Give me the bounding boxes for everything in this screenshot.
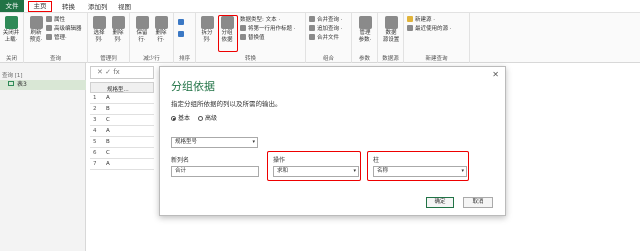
- table-row[interactable]: 6C: [90, 148, 154, 159]
- table-icon: [8, 81, 14, 86]
- tab-home[interactable]: 主页: [28, 1, 52, 12]
- split-column-button[interactable]: 拆分 列·: [198, 16, 216, 44]
- query-item[interactable]: 表3: [0, 80, 86, 90]
- close-apply-button[interactable]: 关闭并 上载·: [2, 16, 20, 44]
- remove-rows-icon: [154, 16, 168, 29]
- group-by-highlight: [218, 15, 238, 52]
- group-column-select[interactable]: 规格型号 ▾: [171, 137, 258, 148]
- recent-sources-button[interactable]: 最近使用的源 ·: [407, 25, 452, 33]
- dialog-description: 指定分组所依据的列以及所需的输出。: [171, 100, 282, 108]
- cancel-button[interactable]: 取消: [463, 197, 493, 208]
- formula-bar[interactable]: ✕ ✓ fx: [90, 66, 154, 79]
- group-new-query: 新建源 · 最近使用的源 · 新建查询: [404, 13, 470, 63]
- merge-queries-button[interactable]: 合并查询 ·: [309, 16, 343, 24]
- manage-parameters-button[interactable]: 管理 参数·: [356, 16, 374, 44]
- replace-values-button[interactable]: 替换值: [240, 34, 265, 42]
- group-manage-columns: 选择 列· 删除 列· 管理列: [88, 13, 130, 63]
- table-row[interactable]: 5B: [90, 137, 154, 148]
- parameters-icon: [358, 16, 372, 29]
- new-column-label: 新列名: [171, 157, 190, 164]
- chevron-down-icon: ▾: [252, 139, 255, 145]
- queries-pane: 查询 [1] 表3: [0, 63, 86, 251]
- manage-icon: [46, 34, 52, 40]
- keep-rows-button[interactable]: 保留 行·: [133, 16, 151, 44]
- ok-button[interactable]: 确定: [426, 197, 454, 208]
- queries-header: 查询 [1]: [2, 73, 23, 79]
- tab-view[interactable]: 视图: [114, 2, 135, 12]
- tab-transform[interactable]: 转换: [58, 2, 79, 12]
- append-queries-button[interactable]: 追加查询 ·: [309, 25, 343, 33]
- sort-ascending-button[interactable]: [178, 19, 186, 27]
- group-by-dialog: 分组依据 ✕ 指定分组所依据的列以及所需的输出。 基本 高级 规格型号 ▾ 新列名…: [159, 66, 506, 216]
- combine-files-button[interactable]: 合并文件: [309, 34, 339, 42]
- radio-empty-icon: [198, 116, 203, 121]
- column-highlight: [367, 151, 469, 181]
- close-icon[interactable]: ✕: [492, 70, 499, 79]
- group-combine: 合并查询 · 追加查询 · 合并文件 组合: [306, 13, 352, 63]
- tab-add-column[interactable]: 添加列: [84, 2, 112, 12]
- remove-rows-button[interactable]: 删除 行·: [152, 16, 170, 44]
- group-transform: 拆分 列· 分组 依据 数据类型: 文本 · 将第一行用作标题 · 替换值 转换: [196, 13, 306, 63]
- choose-columns-button[interactable]: 选择 列·: [90, 16, 108, 44]
- sort-asc-icon: [178, 19, 184, 25]
- append-icon: [309, 25, 315, 31]
- table-row[interactable]: 2B: [90, 104, 154, 115]
- advanced-editor-button[interactable]: 高级编辑器: [46, 25, 82, 33]
- new-column-input[interactable]: 合计: [171, 166, 259, 177]
- group-sort: 排序: [174, 13, 196, 63]
- manage-button[interactable]: 管理·: [46, 34, 67, 42]
- table-row[interactable]: 7A: [90, 159, 154, 170]
- recent-sources-icon: [407, 25, 413, 31]
- new-source-button[interactable]: 新建源 ·: [407, 16, 435, 24]
- sort-desc-icon: [178, 31, 184, 37]
- ribbon: 关闭并 上载· 关闭 刷新 预览· 属性 高级编辑器 管理· 查询 选择 列· …: [0, 13, 640, 63]
- combine-files-icon: [309, 34, 315, 40]
- remove-columns-button[interactable]: 删除 列·: [109, 16, 127, 44]
- grid-header: 规格型...: [90, 82, 154, 93]
- group-reduce-rows: 保留 行· 删除 行· 减少行: [130, 13, 174, 63]
- sort-descending-button[interactable]: [178, 31, 186, 39]
- group-parameters: 管理 参数· 参数: [352, 13, 378, 63]
- use-first-row-button[interactable]: 将第一行用作标题 ·: [240, 25, 296, 33]
- properties-button[interactable]: 属性: [46, 16, 65, 24]
- merge-icon: [309, 16, 315, 22]
- close-apply-icon: [4, 16, 18, 29]
- remove-columns-icon: [111, 16, 125, 29]
- new-source-icon: [407, 16, 413, 22]
- operation-highlight: [267, 151, 361, 181]
- tab-file[interactable]: 文件: [0, 0, 24, 12]
- refresh-preview-button[interactable]: 刷新 预览·: [27, 16, 45, 44]
- refresh-icon: [29, 16, 43, 29]
- radio-selected-icon: [171, 116, 176, 121]
- first-row-icon: [240, 25, 246, 31]
- column-header[interactable]: 规格型...: [107, 85, 129, 93]
- table-row[interactable]: 1A: [90, 93, 154, 104]
- radio-advanced[interactable]: 高级: [198, 113, 217, 122]
- radio-basic[interactable]: 基本: [171, 113, 190, 122]
- ribbon-tab-bar: 文件 主页 转换 添加列 视图: [0, 0, 640, 13]
- group-query: 刷新 预览· 属性 高级编辑器 管理· 查询: [24, 13, 88, 63]
- replace-icon: [240, 34, 246, 40]
- table-row[interactable]: 4A: [90, 126, 154, 137]
- group-data-source: 数据 源设置 数据源: [378, 13, 404, 63]
- data-source-settings-button[interactable]: 数据 源设置: [382, 16, 400, 44]
- dialog-title: 分组依据: [171, 80, 215, 93]
- choose-columns-icon: [92, 16, 106, 29]
- properties-icon: [46, 16, 52, 22]
- split-column-icon: [200, 16, 214, 29]
- keep-rows-icon: [135, 16, 149, 29]
- data-source-icon: [384, 16, 398, 29]
- data-type-dropdown[interactable]: 数据类型: 文本 ·: [240, 16, 280, 24]
- editor-icon: [46, 25, 52, 31]
- data-grid: 规格型... 1A 2B 3C 4A 5B 6C 7A: [90, 82, 154, 172]
- group-close: 关闭并 上载· 关闭: [0, 13, 24, 63]
- table-row[interactable]: 3C: [90, 115, 154, 126]
